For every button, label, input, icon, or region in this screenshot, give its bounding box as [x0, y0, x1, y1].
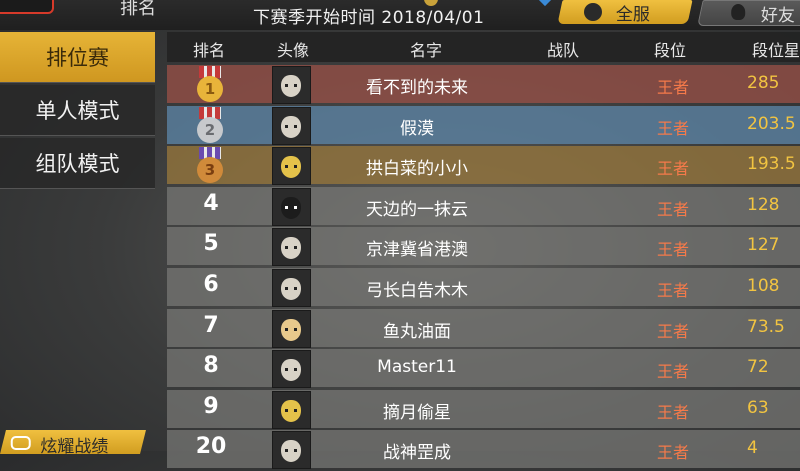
- player-rank: 6: [203, 271, 219, 297]
- avatar[interactable]: [272, 187, 311, 226]
- player-tier: 王者: [656, 240, 689, 260]
- player-stars: 128: [747, 194, 780, 215]
- season-start-text: 下赛季开始时间 2018/04/01: [253, 3, 484, 28]
- player-stars: 72: [747, 357, 769, 378]
- player-rank: 7: [203, 312, 219, 338]
- player-tier: 王者: [656, 321, 689, 341]
- player-stars: 203.5: [747, 113, 796, 134]
- table-row[interactable]: 20 战神罡成 王者 4: [167, 430, 800, 470]
- show-off-record-button[interactable]: 炫耀战绩: [0, 430, 146, 457]
- table-row[interactable]: 2 假漠 王者 203.5: [167, 105, 800, 145]
- player-name: 鱼丸油面: [383, 321, 451, 342]
- player-tier: 王者: [656, 78, 689, 97]
- player-rank: 20: [195, 434, 227, 460]
- player-tier: 王者: [656, 402, 689, 422]
- table-row[interactable]: 9 摘月偷星 王者 63: [167, 389, 800, 429]
- avatar[interactable]: [272, 147, 311, 186]
- paw-icon: [731, 4, 746, 20]
- player-tier: 王者: [656, 199, 689, 219]
- player-stars: 285: [747, 73, 780, 93]
- table-row[interactable]: 3 拱白菜的小小 王者 193.5: [167, 146, 800, 186]
- season-label: 下赛季开始时间: [253, 8, 376, 28]
- player-rank: 9: [203, 393, 219, 419]
- avatar[interactable]: [272, 66, 311, 104]
- player-tier: 王者: [656, 362, 689, 382]
- table-row[interactable]: 6 弓长白告木木 王者 108: [167, 267, 800, 307]
- player-tier: 王者: [656, 443, 689, 463]
- header-team: 战队: [547, 41, 580, 60]
- currency-value: 10402: [448, 0, 480, 3]
- player-rank: 8: [203, 353, 219, 379]
- avatar[interactable]: [272, 309, 311, 348]
- friends-label: 好友: [760, 6, 795, 26]
- player-tier: 王者: [656, 280, 689, 300]
- top-bar: 排名 下赛季开始时间 2018/04/01 10402 全服 好友: [0, 0, 800, 30]
- table-row[interactable]: 7 鱼丸油面 王者 73.5: [167, 308, 800, 348]
- player-stars: 108: [747, 275, 780, 296]
- player-name: 看不到的未来: [366, 78, 468, 98]
- player-name: 京津冀省港澳: [366, 240, 468, 261]
- mode-menu: 排位赛 单人模式 组队模式: [0, 32, 155, 191]
- all-server-button[interactable]: 全服: [557, 0, 693, 25]
- share-icon: [10, 436, 31, 450]
- season-date: 2018/04/01: [381, 8, 485, 28]
- avatar[interactable]: [272, 350, 311, 389]
- player-stars: 63: [747, 397, 769, 418]
- bronze-medal-icon: 3: [197, 147, 223, 184]
- avatar[interactable]: [272, 106, 311, 145]
- leaderboard-list: 1 看不到的未来 王者 285 2 假漠 王者 203.5 3 拱白菜的小小 王…: [167, 65, 800, 471]
- player-rank: 5: [203, 231, 219, 257]
- header-name: 名字: [410, 41, 443, 60]
- header-tier: 段位: [654, 41, 687, 60]
- gem-icon: [537, 0, 553, 7]
- player-stars: 193.5: [747, 154, 796, 175]
- player-tier: 王者: [656, 159, 689, 179]
- mode-ranked[interactable]: 排位赛: [0, 32, 155, 83]
- table-row[interactable]: 8 Master11 王者 72: [167, 349, 800, 389]
- back-button[interactable]: [0, 0, 54, 14]
- globe-icon: [584, 3, 602, 21]
- header-rank: 排名: [193, 41, 226, 60]
- player-rank: 4: [203, 190, 219, 216]
- player-stars: 4: [747, 438, 758, 459]
- gold-medal-icon: 1: [197, 66, 223, 102]
- avatar[interactable]: [272, 390, 311, 429]
- table-row[interactable]: 5 京津冀省港澳 王者 127: [167, 227, 800, 267]
- leaderboard-header: 排名 头像 名字 战队 段位 段位星: [167, 32, 800, 62]
- player-tier: 王者: [656, 118, 689, 138]
- friends-button[interactable]: 好友: [697, 0, 800, 26]
- avatar[interactable]: [272, 228, 311, 267]
- avatar[interactable]: [272, 268, 311, 307]
- mode-solo[interactable]: 单人模式: [0, 85, 155, 136]
- player-name: Master11: [377, 357, 457, 378]
- player-name: 拱白菜的小小: [366, 159, 468, 180]
- header-avatar: 头像: [277, 41, 310, 60]
- all-server-label: 全服: [615, 5, 650, 25]
- player-stars: 73.5: [747, 316, 785, 337]
- table-row[interactable]: 4 天边的一抹云 王者 128: [167, 186, 800, 226]
- player-stars: 127: [747, 235, 780, 256]
- header-stars: 段位星: [752, 41, 800, 60]
- player-name: 天边的一抹云: [366, 199, 468, 220]
- player-name: 假漠: [400, 118, 434, 139]
- player-name: 弓长白告木木: [366, 280, 468, 301]
- mode-team[interactable]: 组队模式: [0, 138, 155, 189]
- show-off-record-label: 炫耀战绩: [40, 437, 109, 457]
- table-row[interactable]: 1 看不到的未来 王者 285: [167, 65, 800, 104]
- avatar[interactable]: [272, 431, 311, 470]
- player-name: 摘月偷星: [383, 402, 451, 423]
- page-title: 排名: [120, 0, 156, 19]
- silver-medal-icon: 2: [197, 106, 223, 143]
